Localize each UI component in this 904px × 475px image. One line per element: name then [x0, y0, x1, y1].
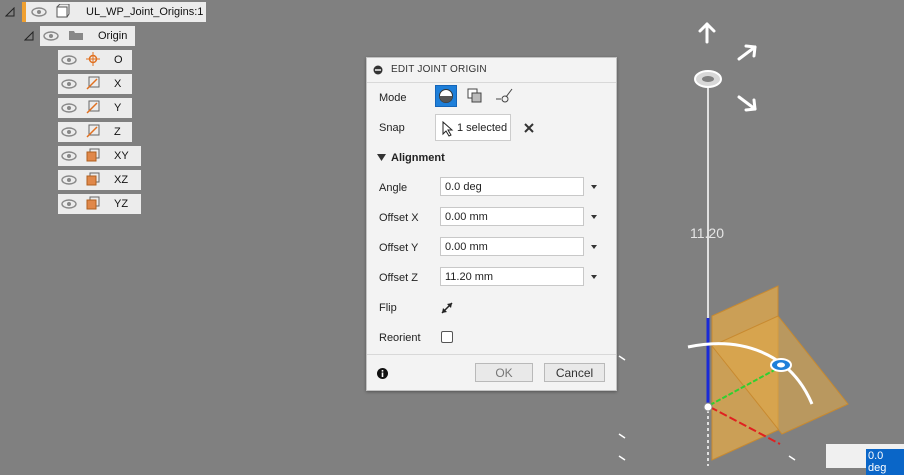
tick-mark — [618, 355, 626, 361]
tree-item-yz[interactable]: YZ — [58, 194, 141, 214]
axis-icon — [86, 100, 100, 117]
offset-z-label: Offset Z — [379, 272, 418, 284]
joint-origin-center — [777, 362, 785, 368]
angle-dropdown-icon[interactable] — [591, 185, 597, 189]
tree-item-label: O — [114, 54, 123, 66]
collapse-dialog-icon[interactable] — [373, 65, 383, 75]
mode-between-two-faces-button[interactable] — [464, 85, 486, 107]
folder-icon — [68, 29, 84, 44]
dialog-title: EDIT JOINT ORIGIN — [391, 64, 487, 75]
clear-selection-icon[interactable] — [524, 123, 534, 133]
tree-item-label: YZ — [114, 198, 129, 210]
plane-icon — [86, 172, 100, 189]
tree-item-y[interactable]: Y — [58, 98, 132, 118]
snap-selection-box[interactable]: 1 selected — [435, 114, 511, 141]
edit-joint-origin-dialog: EDIT JOINT ORIGIN Mode Snap 1 selected A… — [366, 57, 617, 391]
two-faces-icon — [467, 88, 482, 103]
arrow-up-icon[interactable] — [698, 22, 716, 44]
tree-item-label: Y — [114, 102, 122, 114]
reorient-checkbox[interactable] — [441, 331, 453, 343]
angle-readout-value[interactable]: 0.0 deg — [866, 449, 904, 475]
component-icon — [56, 3, 70, 21]
arrow-upright-icon[interactable] — [737, 44, 757, 61]
joint-origin-mode-icon — [439, 89, 453, 103]
offset-z-dropdown-icon[interactable] — [591, 275, 597, 279]
tick-mark — [618, 455, 626, 461]
tree-item-label: XY — [114, 150, 129, 162]
offset-x-dropdown-icon[interactable] — [591, 215, 597, 219]
origin-folder-row[interactable]: Origin — [40, 26, 135, 46]
offset-y-dropdown-icon[interactable] — [591, 245, 597, 249]
tree-item-label: Z — [114, 126, 121, 138]
info-icon[interactable] — [377, 368, 388, 379]
angle-input[interactable] — [440, 177, 584, 196]
alignment-header[interactable]: Alignment — [391, 152, 445, 164]
arrow-downright-icon[interactable] — [737, 95, 757, 112]
eye-icon[interactable] — [58, 103, 80, 113]
dialog-footer-divider — [367, 354, 616, 355]
point-icon — [86, 51, 100, 69]
eye-icon[interactable] — [58, 127, 80, 137]
edge-intersection-icon — [496, 88, 513, 103]
section-collapse-icon[interactable] — [377, 154, 386, 162]
tree-item-o[interactable]: O — [58, 50, 132, 70]
reorient-label: Reorient — [379, 332, 421, 344]
root-label: UL_WP_Joint_Origins:1 — [86, 6, 204, 18]
tree-item-xz[interactable]: XZ — [58, 170, 141, 190]
offset-x-input[interactable] — [440, 207, 584, 226]
move-handle-inner — [702, 76, 714, 82]
eye-icon[interactable] — [58, 151, 80, 161]
dimension-label: 11.20 — [690, 225, 724, 241]
eye-icon[interactable] — [28, 7, 50, 17]
plane-icon — [86, 196, 100, 213]
tree-item-xy[interactable]: XY — [58, 146, 141, 166]
active-marker — [22, 2, 26, 22]
eye-icon[interactable] — [58, 79, 80, 89]
eye-icon[interactable] — [58, 55, 80, 65]
mode-two-edge-intersection-button[interactable] — [493, 85, 515, 107]
eye-icon[interactable] — [58, 175, 80, 185]
dialog-title-bar[interactable]: EDIT JOINT ORIGIN — [367, 58, 616, 83]
snap-label: Snap — [379, 122, 405, 134]
axis-icon — [86, 76, 100, 93]
flip-label: Flip — [379, 302, 397, 314]
plane-icon — [86, 148, 100, 165]
tick-mark — [618, 433, 626, 439]
collapse-triangle-icon[interactable] — [24, 31, 34, 41]
eye-icon[interactable] — [40, 31, 62, 41]
origin-label: Origin — [98, 30, 128, 42]
cursor-arrow-icon — [442, 121, 454, 137]
offset-z-input[interactable] — [440, 267, 584, 286]
tree-item-x[interactable]: X — [58, 74, 132, 94]
offset-y-input[interactable] — [440, 237, 584, 256]
angle-label: Angle — [379, 182, 408, 194]
tree-item-z[interactable]: Z — [58, 122, 132, 142]
collapse-triangle-icon[interactable] — [5, 7, 15, 17]
cancel-button[interactable]: Cancel — [544, 363, 605, 382]
offset-x-label: Offset X — [379, 212, 419, 224]
axis-icon — [86, 124, 100, 141]
mode-label: Mode — [379, 92, 407, 104]
ok-button[interactable]: OK — [475, 363, 533, 382]
mode-simple-button[interactable] — [435, 85, 457, 107]
tick-mark — [788, 455, 796, 461]
tree-item-label: X — [114, 78, 122, 90]
snap-selected-count: 1 selected — [457, 122, 508, 134]
browser-root-row[interactable]: UL_WP_Joint_Origins:1 — [22, 2, 206, 22]
origin-point[interactable] — [703, 402, 713, 412]
angle-readout-box[interactable]: 0.0 deg — [826, 444, 904, 475]
tree-item-label: XZ — [114, 174, 129, 186]
eye-icon[interactable] — [58, 199, 80, 209]
offset-y-label: Offset Y — [379, 242, 419, 254]
flip-icon[interactable] — [440, 301, 454, 315]
